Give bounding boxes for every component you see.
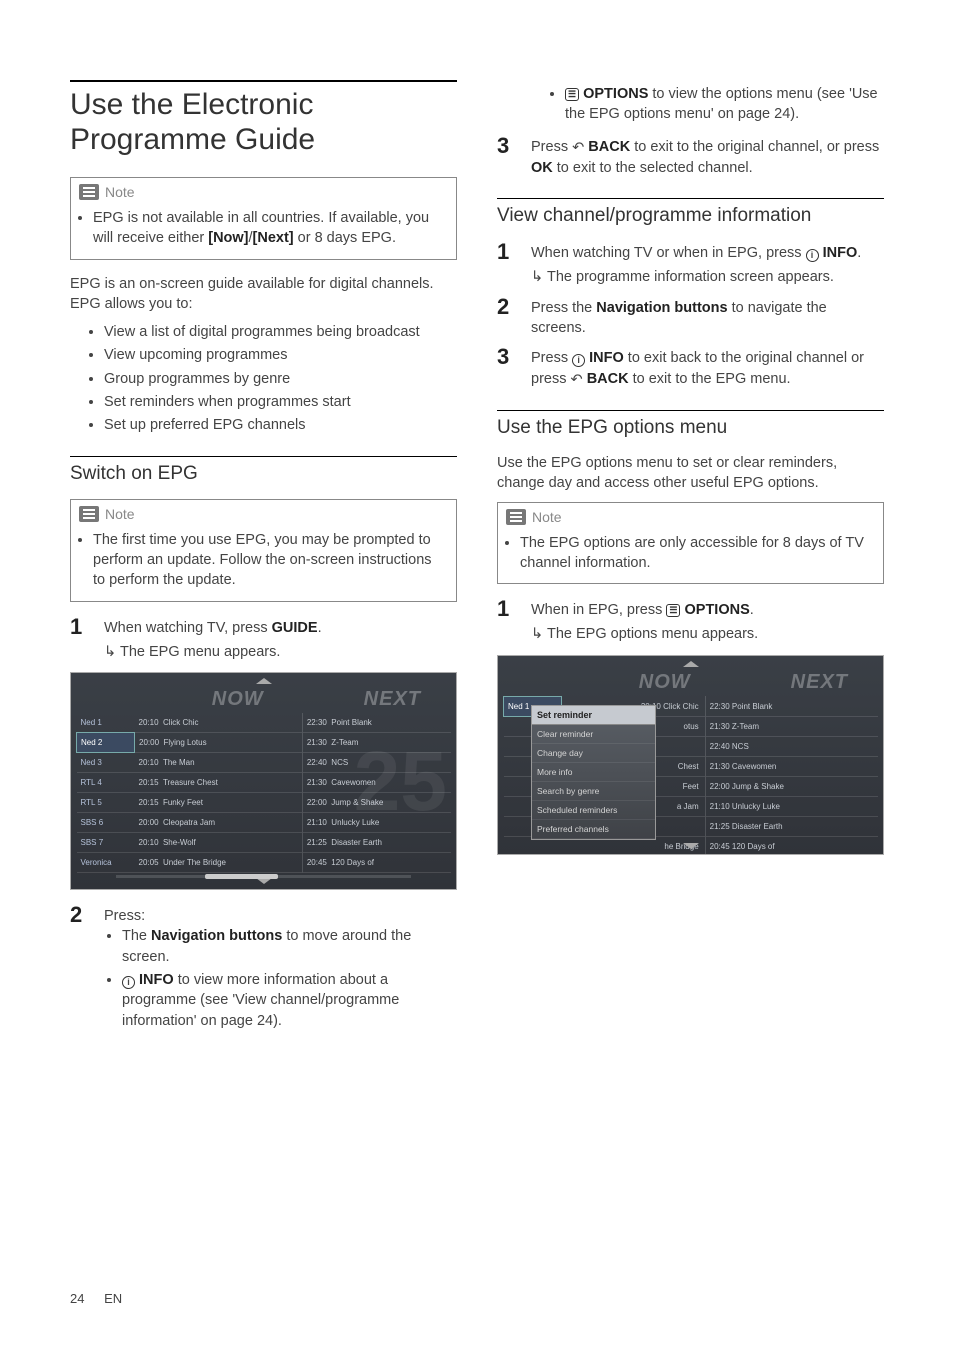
epg-screenshot-1: NOWNEXT 25 Ned 120:10 Click Chic22:30 Po… [70,672,457,890]
note-icon [506,509,526,525]
step-text: Press the Navigation buttons to navigate… [531,298,884,339]
intro-text: EPG is an on-screen guide available for … [70,274,457,315]
step-number: 3 [497,346,513,390]
list-item: Set up preferred EPG channels [104,415,457,435]
list-item: View upcoming programmes [104,345,457,365]
note-text: The EPG options are only accessible for … [520,533,873,574]
subheading-switch-on: Switch on EPG [70,456,457,485]
list-item: i INFO to view more information about a … [122,970,457,1031]
step-result: ↳The EPG options menu appears. [531,624,884,644]
epg-screenshot-2: NOWNEXT Ned 120:10 Click Chic22:30 Point… [497,655,884,855]
list-item: Set reminders when programmes start [104,392,457,412]
note-text: EPG is not available in all countries. I… [93,208,446,249]
step-text: Press: [104,906,457,926]
subheading-options-menu: Use the EPG options menu [497,410,884,439]
step-number: 2 [497,296,513,339]
note-icon [79,506,99,522]
step-number: 1 [70,616,86,663]
options-icon: ☰ [666,604,680,617]
back-icon: ↶ [571,370,583,390]
note-label: Note [105,184,135,200]
step-text: When in EPG, press ☰ OPTIONS. [531,600,884,620]
page-lang: EN [104,1291,122,1306]
step-number: 1 [497,241,513,288]
note-label: Note [105,506,135,522]
step-text: When watching TV, press GUIDE. [104,618,457,638]
note-box-2: Note The first time you use EPG, you may… [70,499,457,602]
note-box-1: Note EPG is not available in all countri… [70,177,457,260]
step-result: ↳The EPG menu appears. [104,642,457,662]
info-icon: i [572,354,585,367]
note-box-3: Note The EPG options are only accessible… [497,502,884,585]
page-number: 24 [70,1291,84,1306]
main-heading: Use the Electronic Programme Guide [70,80,457,157]
list-item: The Navigation buttons to move around th… [122,926,457,967]
note-icon [79,184,99,200]
list-item: View a list of digital programmes being … [104,322,457,342]
step-number: 2 [70,904,86,1041]
step-result: ↳The programme information screen appear… [531,267,884,287]
arrow-icon: ↳ [104,642,118,662]
list-item: Group programmes by genre [104,369,457,389]
note-text: The first time you use EPG, you may be p… [93,530,446,591]
subheading-view-info: View channel/programme information [497,198,884,227]
intro-text: Use the EPG options menu to set or clear… [497,453,884,494]
step-text: Press ↶ BACK to exit to the original cha… [531,137,884,179]
arrow-icon: ↳ [531,624,545,644]
step-text: When watching TV or when in EPG, press i… [531,243,884,263]
list-item: ☰ OPTIONS to view the options menu (see … [565,84,884,125]
arrow-icon: ↳ [531,267,545,287]
info-icon: i [806,249,819,262]
step-text: Press i INFO to exit back to the origina… [531,348,884,390]
info-icon: i [122,976,135,989]
note-label: Note [532,509,562,525]
options-icon: ☰ [565,88,579,101]
page-footer: 24 EN [70,1291,122,1306]
feature-list: View a list of digital programmes being … [104,322,457,435]
step-number: 3 [497,135,513,179]
step-number: 1 [497,598,513,645]
back-icon: ↶ [572,138,584,158]
